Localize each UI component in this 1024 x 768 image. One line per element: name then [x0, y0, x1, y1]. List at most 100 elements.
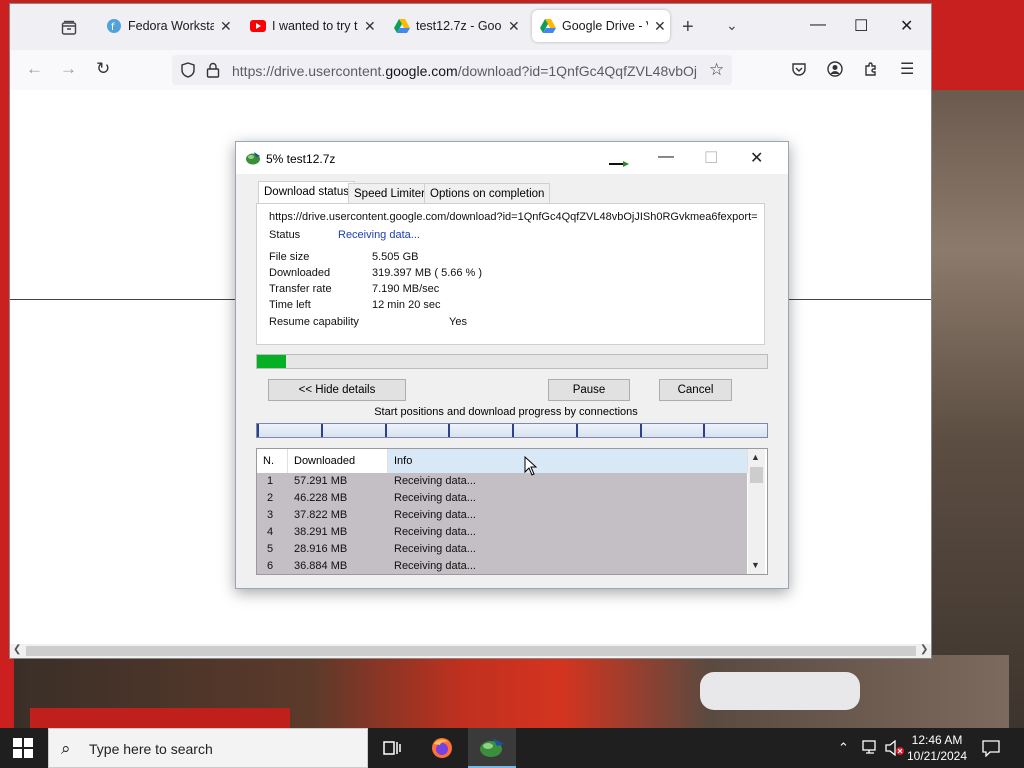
tab-list-chevron-icon[interactable]: ⌄: [726, 17, 738, 34]
background-banner: [30, 708, 290, 728]
dialog-maximize-button: ☐: [704, 150, 719, 167]
account-icon[interactable]: [827, 61, 843, 77]
tab-options-on-completion[interactable]: Options on completion: [424, 183, 551, 204]
url-bar[interactable]: https://drive.usercontent.google.com/dow…: [172, 55, 732, 85]
file-size-label: File size: [269, 251, 310, 263]
hide-details-button[interactable]: << Hide details: [268, 379, 406, 401]
tab-google-drive-active[interactable]: Google Drive - Virus scan warning ✕: [532, 10, 670, 42]
close-window-button[interactable]: ✕: [900, 16, 913, 36]
menu-hamburger-icon[interactable]: ☰: [900, 59, 914, 79]
url-suffix: /download?id=1QnfGc4QqfZVL48vbOj: [457, 63, 698, 79]
table-vertical-scrollbar[interactable]: ▲ ▼: [748, 449, 765, 574]
connection-marker: [512, 424, 514, 437]
tab-download-status[interactable]: Download status: [258, 181, 356, 204]
column-header-n[interactable]: N.: [257, 449, 288, 473]
tab-title: I wanted to try this: [272, 19, 358, 33]
youtube-icon: [250, 18, 266, 34]
resume-capability-value: Yes: [449, 316, 467, 328]
table-row[interactable]: 1 57.291 MB Receiving data...: [257, 473, 747, 490]
tab-fedora[interactable]: f Fedora Workstation ✕: [98, 10, 240, 42]
network-icon[interactable]: [862, 740, 880, 756]
back-arrow-icon[interactable]: ←: [26, 59, 43, 79]
dialog-titlebar[interactable]: 5% test12.7z — ☐ ✕: [236, 142, 788, 174]
fedora-icon: f: [106, 18, 122, 34]
tab-test12[interactable]: test12.7z - Google Drive ✕: [386, 10, 528, 42]
column-header-downloaded[interactable]: Downloaded: [288, 449, 388, 473]
connections-progress-bar: [256, 423, 768, 438]
clock-time: 12:46 AM: [911, 733, 963, 747]
table-row[interactable]: 5 28.916 MB Receiving data...: [257, 541, 747, 558]
tab-title: test12.7z - Google Drive: [416, 19, 502, 33]
tab-youtube[interactable]: I wanted to try this ✕: [242, 10, 384, 42]
tracking-shield-icon[interactable]: [180, 62, 196, 78]
bookmark-star-icon[interactable]: ☆: [709, 60, 724, 80]
downloaded-label: Downloaded: [269, 267, 331, 279]
downloaded-value: 319.397 MB ( 5.66 % ): [372, 267, 483, 279]
tray-chevron-icon[interactable]: ⌃: [838, 740, 849, 756]
idm-taskbar-button[interactable]: [468, 728, 516, 768]
scroll-left-icon[interactable]: ❮: [13, 644, 21, 655]
column-header-info[interactable]: Info: [388, 449, 748, 473]
system-clock[interactable]: 12:46 AM 10/21/2024: [902, 732, 972, 764]
close-tab-icon[interactable]: ✕: [654, 18, 666, 35]
connection-marker: [257, 424, 259, 437]
forward-arrow-icon[interactable]: →: [60, 59, 77, 79]
cell-n: 5: [267, 543, 274, 555]
time-left-label: Time left: [269, 299, 311, 311]
extensions-icon[interactable]: [863, 61, 879, 77]
download-url: https://drive.usercontent.google.com/dow…: [269, 211, 757, 223]
url-text[interactable]: https://drive.usercontent.google.com/dow…: [232, 63, 702, 79]
close-tab-icon[interactable]: ✕: [364, 18, 376, 35]
new-tab-button[interactable]: +: [682, 16, 694, 39]
cell-n: 3: [267, 509, 274, 521]
pocket-icon[interactable]: [791, 61, 807, 77]
svg-text:f: f: [111, 22, 115, 33]
search-icon: ⌕: [61, 739, 71, 758]
table-row[interactable]: 4 38.291 MB Receiving data...: [257, 524, 747, 541]
scrollbar-thumb[interactable]: [26, 646, 916, 656]
windows-start-icon[interactable]: [13, 738, 33, 758]
connection-marker: [320, 424, 323, 437]
table-scrollbar-thumb[interactable]: [750, 467, 763, 483]
close-tab-icon[interactable]: ✕: [220, 18, 232, 35]
horizontal-scrollbar[interactable]: ❮ ❯: [10, 644, 931, 658]
clock-date: 10/21/2024: [906, 749, 968, 763]
task-view-icon: [383, 741, 401, 755]
tab-title: Google Drive - Virus scan warning: [562, 19, 648, 33]
cell-info: Receiving data...: [394, 543, 476, 555]
firefox-icon: [432, 738, 452, 758]
table-row[interactable]: 3 37.822 MB Receiving data...: [257, 507, 747, 524]
reload-icon[interactable]: ↻: [96, 59, 110, 79]
cell-n: 4: [267, 526, 274, 538]
scroll-right-icon[interactable]: ❯: [920, 644, 928, 655]
taskbar: ⌕ Type here to search ⌃ 12:46 AM 10/21/2…: [0, 728, 1024, 768]
table-row[interactable]: 2 46.228 MB Receiving data...: [257, 490, 747, 507]
scroll-down-icon[interactable]: ▼: [751, 560, 760, 570]
transfer-rate-label: Transfer rate: [269, 283, 332, 295]
lock-icon[interactable]: [206, 62, 220, 78]
table-row[interactable]: 6 36.884 MB Receiving data...: [257, 558, 747, 574]
connection-marker: [703, 424, 706, 437]
cell-n: 1: [267, 475, 274, 487]
connection-marker: [448, 424, 451, 437]
dialog-minimize-button[interactable]: —: [658, 148, 674, 166]
navigation-bar: ← → ↻ https://drive.usercontent.google.c…: [10, 50, 931, 91]
close-tab-icon[interactable]: ✕: [508, 18, 520, 35]
background-video: [920, 90, 1024, 728]
minimize-button[interactable]: —: [810, 16, 826, 34]
maximize-button[interactable]: ☐: [854, 16, 868, 36]
firefox-taskbar-button[interactable]: [418, 728, 466, 768]
connections-label: Start positions and download progress by…: [374, 406, 638, 418]
dialog-close-button[interactable]: ✕: [750, 148, 763, 168]
pause-button[interactable]: Pause: [548, 379, 630, 401]
scroll-up-icon[interactable]: ▲: [751, 452, 760, 462]
tab-list-button[interactable]: [54, 14, 84, 42]
tab-bar: f Fedora Workstation ✕ I wanted to try t…: [10, 4, 931, 50]
notifications-icon[interactable]: [982, 740, 1000, 757]
connections-table: N. Downloaded Info 1 57.291 MB Receiving…: [256, 448, 768, 575]
tab-speed-limiter[interactable]: Speed Limiter: [348, 183, 431, 204]
taskbar-search-box[interactable]: ⌕ Type here to search: [48, 728, 368, 768]
url-domain: google.com: [385, 63, 458, 79]
cancel-button[interactable]: Cancel: [659, 379, 732, 401]
task-view-button[interactable]: [368, 728, 416, 768]
